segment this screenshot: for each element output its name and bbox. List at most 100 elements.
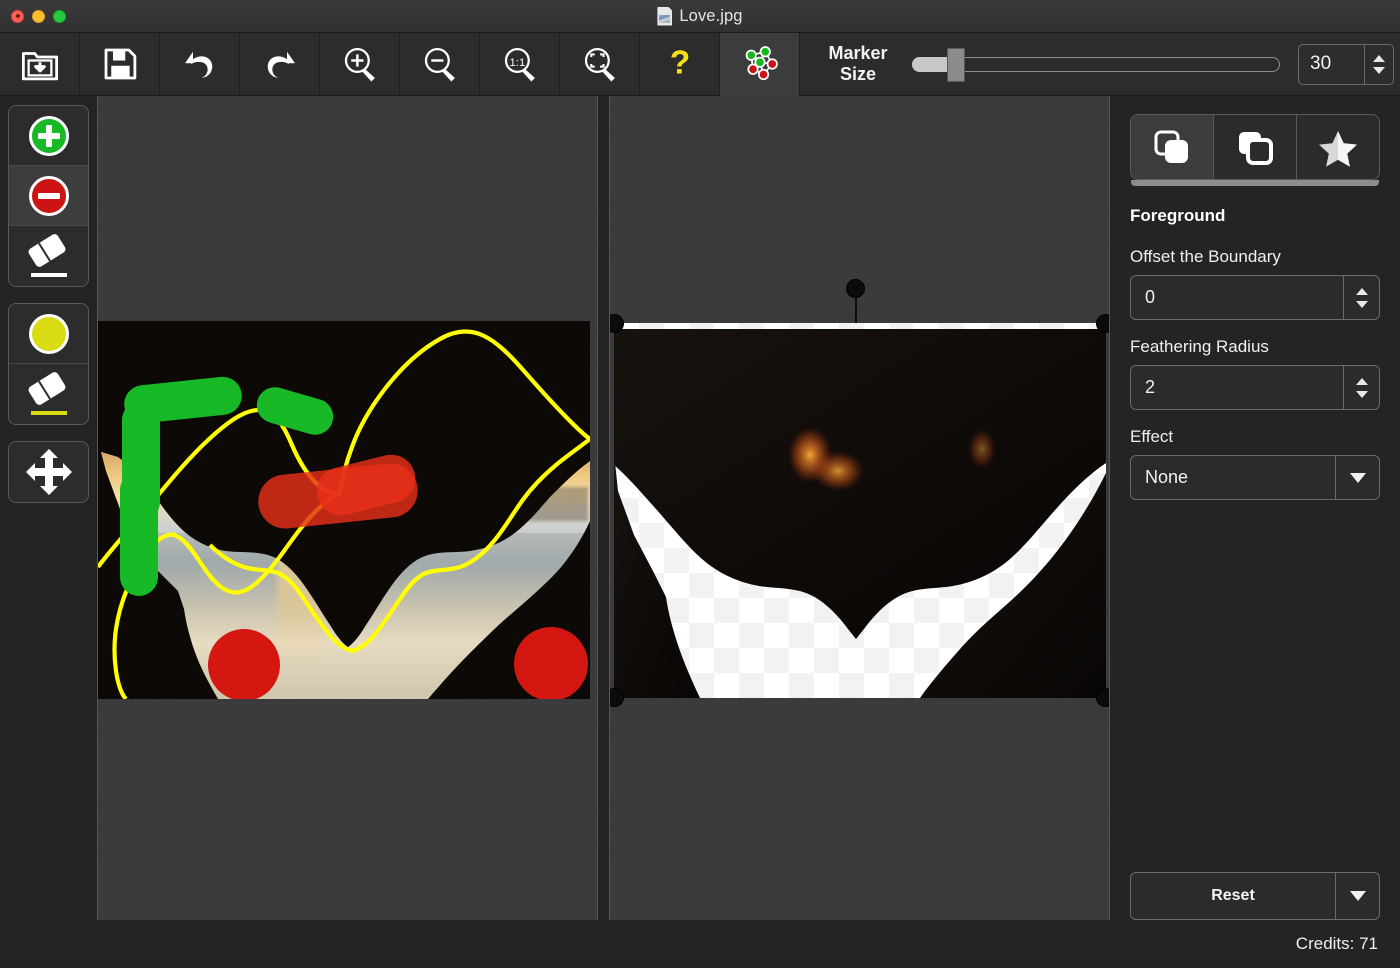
chevron-down-icon — [1350, 473, 1366, 483]
magnifier-fit-icon — [579, 43, 621, 85]
feathering-radius-label: Feathering Radius — [1130, 337, 1380, 357]
offset-boundary-label: Offset the Boundary — [1130, 247, 1380, 267]
zoom-button[interactable] — [53, 10, 66, 23]
actual-size-button[interactable]: 1:1 — [480, 33, 559, 96]
marker-size-value[interactable]: 30 — [1299, 45, 1364, 84]
window-controls — [0, 10, 66, 23]
close-button[interactable] — [11, 10, 24, 23]
marker-size-label-line2: Size — [840, 64, 876, 84]
slider-handle[interactable] — [947, 48, 965, 82]
navigation-group — [8, 441, 89, 503]
svg-text:1:1: 1:1 — [509, 57, 525, 69]
selection-handle-bottom-right[interactable] — [1096, 688, 1110, 707]
tab-foreground[interactable] — [1131, 115, 1214, 179]
magnifier-one-to-one-icon: 1:1 — [499, 43, 541, 85]
image-document-icon — [657, 7, 672, 26]
selection-handle-bottom-left[interactable] — [609, 688, 624, 707]
properties-panel: Foreground Offset the Boundary 0 Feather… — [1110, 96, 1400, 968]
hand-heart-cutout — [614, 323, 1106, 698]
fit-to-window-button[interactable] — [560, 33, 639, 96]
foreground-marker-tool[interactable] — [9, 106, 88, 166]
main-body: Foreground Offset the Boundary 0 Feather… — [0, 96, 1400, 968]
marker-size-slider[interactable] — [912, 33, 1280, 96]
offset-boundary-stepper[interactable] — [1343, 276, 1379, 319]
marker-group — [8, 105, 89, 287]
source-image[interactable] — [98, 321, 590, 699]
result-canvas[interactable] — [609, 96, 1110, 920]
title-container: Love.jpg — [0, 0, 1400, 32]
canvas-area — [97, 96, 1110, 968]
reset-dropdown-arrow[interactable] — [1335, 873, 1379, 919]
svg-text:?: ? — [669, 45, 689, 82]
open-image-button[interactable] — [0, 33, 79, 96]
minimize-button[interactable] — [32, 10, 45, 23]
marker-eraser-tool[interactable] — [9, 226, 88, 286]
undo-arrow-icon — [179, 43, 221, 85]
effect-dropdown-arrow[interactable] — [1335, 456, 1379, 499]
effect-select[interactable]: None — [1130, 455, 1380, 500]
red-minus-icon — [29, 176, 69, 216]
offset-boundary-field[interactable]: 0 — [1130, 275, 1380, 320]
help-button[interactable]: ? — [640, 33, 719, 96]
stepper-down-icon[interactable] — [1356, 301, 1368, 308]
application-window: Love.jpg — [0, 0, 1400, 968]
background-stroke — [208, 629, 280, 699]
credits-label: Credits: 71 — [1130, 934, 1380, 968]
slider-fill — [912, 57, 952, 72]
green-plus-icon — [29, 116, 69, 156]
redo-button[interactable] — [240, 33, 319, 96]
foreground-stroke — [122, 401, 160, 521]
move-arrows-icon — [30, 453, 68, 491]
cutout-container[interactable] — [614, 323, 1106, 698]
boundary-group — [8, 303, 89, 425]
cutout-result-image[interactable] — [614, 323, 1106, 698]
feathering-radius-stepper[interactable] — [1343, 366, 1379, 409]
boundary-marker-tool[interactable] — [9, 304, 88, 364]
stepper-up-icon[interactable] — [1356, 288, 1368, 295]
tool-palette — [0, 96, 97, 968]
layers-filled-icon — [1150, 127, 1194, 167]
stepper-up-icon[interactable] — [1373, 55, 1385, 62]
zoom-out-button[interactable] — [400, 33, 479, 96]
eraser-icon — [27, 238, 71, 274]
stepper-up-icon[interactable] — [1356, 378, 1368, 385]
source-canvas[interactable] — [97, 96, 598, 920]
undo-button[interactable] — [160, 33, 239, 96]
yellow-circle-icon — [29, 314, 69, 354]
pan-move-tool[interactable] — [9, 442, 88, 502]
tab-underline — [1131, 180, 1379, 186]
question-mark-icon: ? — [659, 43, 701, 85]
yellow-eraser-icon — [27, 376, 71, 412]
rotation-handle[interactable] — [846, 279, 865, 298]
offset-boundary-value[interactable]: 0 — [1131, 276, 1343, 319]
chevron-down-icon — [1350, 891, 1366, 901]
selection-handle-top-right[interactable] — [1096, 314, 1110, 333]
magnifier-plus-icon — [339, 43, 381, 85]
title-bar: Love.jpg — [0, 0, 1400, 33]
feathering-radius-value[interactable]: 2 — [1131, 366, 1343, 409]
redo-arrow-icon — [259, 43, 301, 85]
floppy-disk-icon — [99, 43, 141, 85]
reset-button-label: Reset — [1131, 873, 1335, 919]
effect-label: Effect — [1130, 427, 1380, 447]
feathering-radius-field[interactable]: 2 — [1130, 365, 1380, 410]
boundary-eraser-tool[interactable] — [9, 364, 88, 424]
tab-strip — [1130, 114, 1380, 180]
marker-size-stepper[interactable]: 30 — [1298, 44, 1394, 85]
background-marker-tool[interactable] — [9, 166, 88, 226]
reset-button[interactable]: Reset — [1130, 872, 1380, 920]
marker-size-arrows[interactable] — [1364, 45, 1393, 84]
zoom-in-button[interactable] — [320, 33, 399, 96]
slider-track — [912, 57, 1280, 72]
panel-tabs — [1130, 114, 1380, 186]
tab-effects[interactable] — [1297, 115, 1379, 179]
effect-value[interactable]: None — [1131, 456, 1335, 499]
stepper-down-icon[interactable] — [1356, 391, 1368, 398]
star-icon — [1316, 127, 1360, 167]
ai-network-button[interactable] — [720, 33, 799, 96]
layers-outline-icon — [1233, 127, 1277, 167]
stepper-down-icon[interactable] — [1373, 67, 1385, 74]
main-toolbar: 1:1 ? — [0, 33, 1400, 96]
save-image-button[interactable] — [80, 33, 159, 96]
tab-background[interactable] — [1214, 115, 1297, 179]
